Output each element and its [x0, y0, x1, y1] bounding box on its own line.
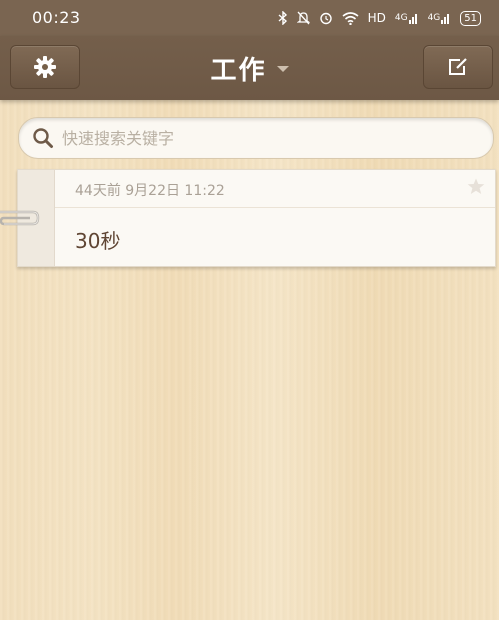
- note-timestamp: 44天前 9月22日 11:22: [75, 183, 225, 199]
- note-item[interactable]: 44天前 9月22日 11:22 30秒: [17, 169, 496, 267]
- note-content: 30秒: [75, 229, 121, 253]
- dropdown-caret-icon: [276, 66, 289, 72]
- search-bar[interactable]: [18, 117, 494, 159]
- search-icon: [32, 127, 54, 149]
- alarm-icon: [319, 11, 333, 25]
- signal-icon-1: 4G: [395, 12, 419, 24]
- gear-icon: [34, 56, 56, 78]
- paper-clip-icon: [0, 206, 40, 240]
- settings-button[interactable]: [10, 45, 80, 89]
- new-note-button[interactable]: [423, 45, 493, 89]
- app-header: 工作: [0, 36, 499, 100]
- wifi-icon: [342, 11, 359, 25]
- search-input[interactable]: [60, 119, 464, 157]
- signal-icon-2: 4G: [428, 12, 452, 24]
- page-title: 工作: [210, 55, 267, 86]
- hd-indicator: HD: [367, 11, 386, 25]
- note-divider: [55, 207, 495, 208]
- status-icons: HD 4G 4G 51: [278, 8, 481, 28]
- star-icon[interactable]: [467, 178, 485, 199]
- battery-indicator: 51: [460, 10, 481, 26]
- mute-bell-icon: [296, 11, 310, 25]
- status-bar: 00:23 HD 4G 4G 51: [0, 0, 499, 36]
- bluetooth-icon: [278, 11, 288, 25]
- edit-note-icon: [449, 58, 467, 75]
- status-time: 00:23: [32, 8, 81, 27]
